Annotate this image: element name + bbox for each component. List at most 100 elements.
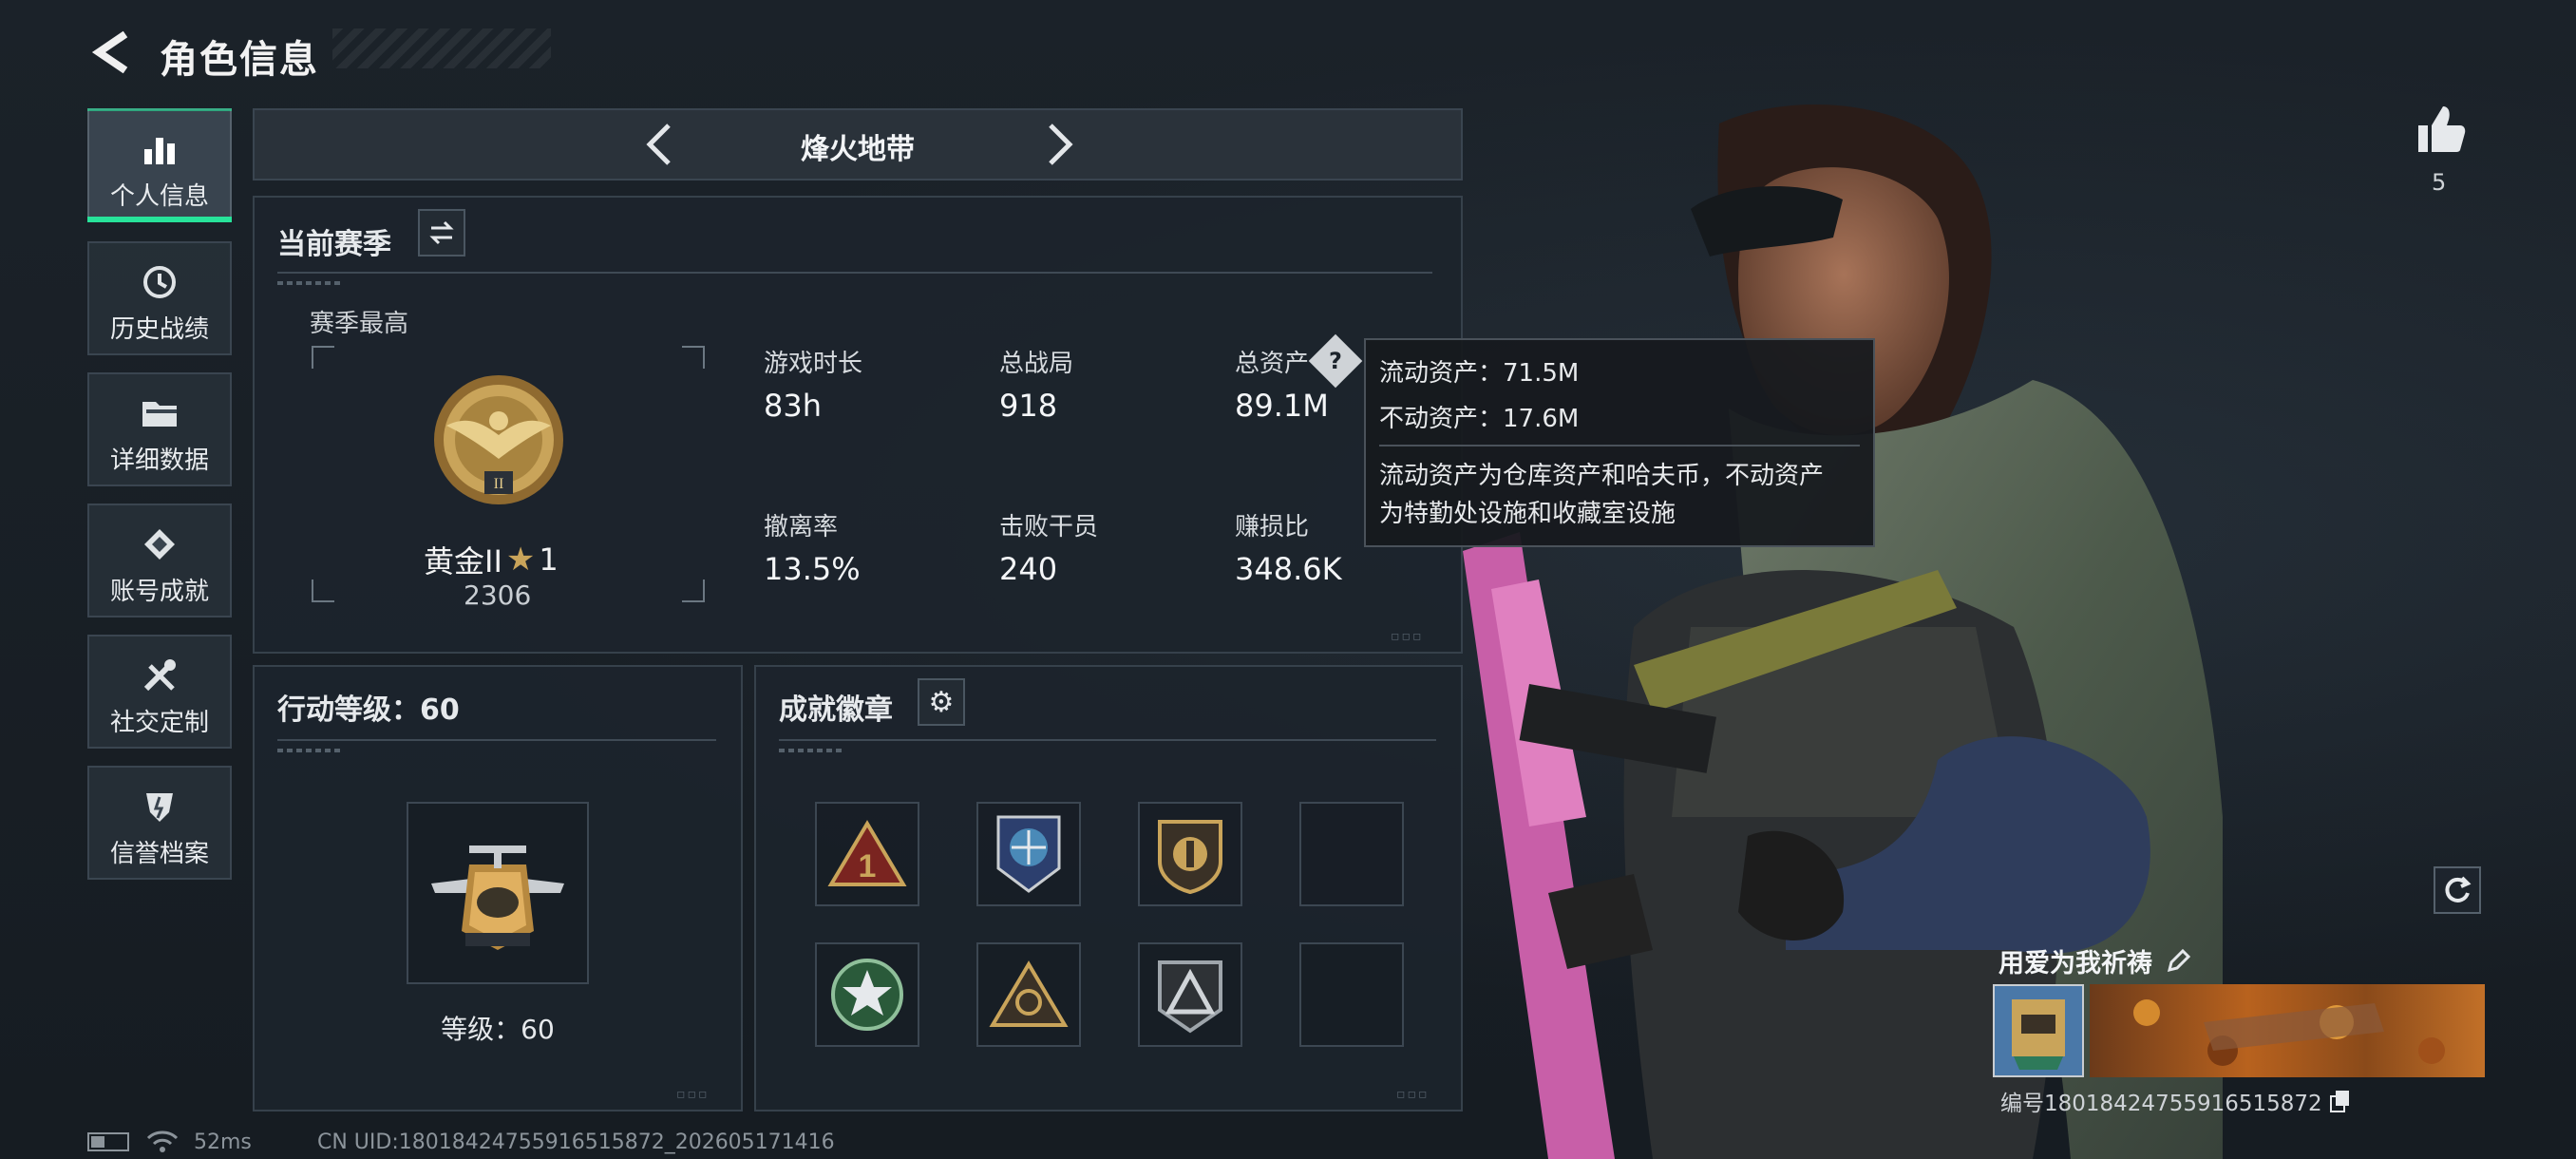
tooltip-description-line2: 为特勤处设施和收藏室设施 xyxy=(1379,500,1676,528)
sidebar-item-details[interactable]: 详细数据 xyxy=(87,372,232,486)
gold-triangle-badge-icon xyxy=(989,960,1069,1027)
rank-score: 2306 xyxy=(464,580,532,611)
achievement-icon xyxy=(89,522,230,566)
folder-icon xyxy=(89,391,230,435)
stat-kills-value: 240 xyxy=(999,551,1058,587)
star-icon: ★ xyxy=(505,541,536,579)
action-level-title: 行动等级：60 xyxy=(277,694,460,727)
triangle-one-badge-icon: 1 xyxy=(827,820,907,886)
thumbs-up-icon[interactable] xyxy=(2413,103,2466,156)
stat-extract-rate-label: 撤离率 xyxy=(764,513,839,542)
uid-text: CN UID:18018424755916515872_202605171416 xyxy=(317,1130,835,1154)
sidebar-item-credit[interactable]: 信誉档案 xyxy=(87,766,232,880)
leaf-pattern-decoration xyxy=(2133,999,2445,1066)
player-name: 用爱为我祈祷 xyxy=(1998,949,2152,978)
copy-icon[interactable] xyxy=(2328,1089,2353,1113)
badge-slot[interactable] xyxy=(815,942,919,1047)
level-text: 等级：60 xyxy=(441,1014,555,1045)
divider xyxy=(277,739,716,741)
rank-name: 黄金II xyxy=(424,543,502,580)
sidebar-item-label: 信誉档案 xyxy=(109,840,209,868)
sidebar-item-social[interactable]: 社交定制 xyxy=(87,635,232,749)
stat-playtime-value: 83h xyxy=(764,388,822,424)
player-id: 编号18018424755916515872 xyxy=(2000,1092,2322,1116)
gold-rank-emblem-icon: II xyxy=(434,375,563,504)
wifi-icon xyxy=(146,1130,179,1152)
badges-panel: 成就徽章 ⚙ 1 ▫▫▫ xyxy=(754,665,1463,1112)
battery-icon xyxy=(87,1132,129,1151)
sidebar-item-personal-info[interactable]: 个人信息 xyxy=(87,108,232,222)
edit-pencil-icon[interactable] xyxy=(2164,947,2192,976)
frame-corner xyxy=(312,580,334,602)
frame-corner xyxy=(682,346,705,369)
stat-assets-label: 总资产 xyxy=(1235,350,1310,378)
shield-icon xyxy=(89,785,230,828)
stat-profit-ratio-label: 赚损比 xyxy=(1235,513,1310,542)
refresh-button[interactable] xyxy=(2434,866,2481,914)
badge-settings-button[interactable]: ⚙ xyxy=(918,678,965,726)
corner-decoration: ▫▫▫ xyxy=(1396,1087,1430,1102)
tooltip-fixed-assets: 不动资产：17.6M xyxy=(1379,405,1580,433)
badge-slot-empty[interactable] xyxy=(1299,942,1404,1047)
helicopter-emblem-icon xyxy=(431,846,564,950)
tick-decoration xyxy=(277,281,344,285)
ping-value: 52ms xyxy=(194,1130,252,1154)
player-avatar[interactable] xyxy=(1993,984,2084,1077)
action-level-panel: 行动等级：60 等级：60 ▫▫▫ xyxy=(253,665,743,1112)
divider xyxy=(779,739,1436,741)
title-stripe-decoration xyxy=(332,28,551,68)
stat-kills-label: 击败干员 xyxy=(999,513,1099,542)
gear-icon: ⚙ xyxy=(928,685,955,719)
badges-title: 成就徽章 xyxy=(779,694,893,727)
rank-stars: 1 xyxy=(539,542,559,578)
frame-corner xyxy=(312,346,334,369)
stat-profit-ratio-value: 348.6K xyxy=(1235,551,1342,587)
chevron-right-icon[interactable] xyxy=(1041,120,1079,169)
frame-corner xyxy=(682,580,705,602)
swap-icon xyxy=(429,220,454,245)
badge-slot-empty[interactable] xyxy=(1299,802,1404,906)
avatar-emblem-icon xyxy=(2012,999,2065,1070)
wreath-star-badge-icon xyxy=(831,959,903,1031)
corner-decoration: ▫▫▫ xyxy=(676,1087,710,1102)
sidebar-item-achievements[interactable]: 账号成就 xyxy=(87,504,232,618)
back-arrow-icon[interactable] xyxy=(87,28,135,76)
badge-slot[interactable] xyxy=(1138,942,1242,1047)
badge-slot[interactable] xyxy=(976,802,1081,906)
divider xyxy=(277,272,1432,274)
player-name-row: 用爱为我祈祷 xyxy=(1998,942,2192,979)
switch-season-button[interactable] xyxy=(418,209,465,256)
stat-assets-value: 89.1M xyxy=(1235,388,1329,424)
tick-decoration xyxy=(779,749,845,752)
help-icon[interactable]: ? xyxy=(1308,333,1363,389)
sidebar-item-label: 个人信息 xyxy=(109,182,209,211)
stat-playtime-label: 游戏时长 xyxy=(764,350,863,378)
svg-text:1: 1 xyxy=(859,848,877,884)
tools-icon xyxy=(89,654,230,697)
stat-matches-value: 918 xyxy=(999,388,1058,424)
badge-slot[interactable] xyxy=(976,942,1081,1047)
silver-triangle-badge-icon xyxy=(1158,960,1222,1034)
bar-chart-icon xyxy=(89,127,230,171)
globe-badge-icon xyxy=(996,815,1061,893)
tooltip-description-line1: 流动资产为仓库资产和哈夫币，不动资产 xyxy=(1379,462,1825,490)
assets-tooltip: 流动资产：71.5M 不动资产：17.6M 流动资产为仓库资产和哈夫币，不动资产… xyxy=(1364,338,1875,547)
mode-label: 烽火地带 xyxy=(801,133,915,166)
player-nameplate-banner xyxy=(2090,984,2485,1077)
stat-extract-rate-value: 13.5% xyxy=(764,551,861,587)
divider xyxy=(1379,445,1860,446)
rank-name-row: 黄金II ★ 1 xyxy=(424,538,559,581)
mode-selector: 烽火地带 xyxy=(253,108,1463,180)
shield-badge-icon xyxy=(1158,820,1222,894)
season-best-label: 赛季最高 xyxy=(310,310,409,338)
tick-decoration xyxy=(277,749,344,752)
refresh-icon xyxy=(2445,876,2472,902)
stat-matches-label: 总战局 xyxy=(999,350,1074,378)
sidebar-item-history[interactable]: 历史战绩 xyxy=(87,241,232,355)
tooltip-liquid-assets: 流动资产：71.5M xyxy=(1379,359,1580,388)
sidebar-item-label: 社交定制 xyxy=(109,709,209,737)
badge-slot[interactable] xyxy=(1138,802,1242,906)
badge-slot[interactable]: 1 xyxy=(815,802,919,906)
season-panel: 当前赛季 赛季最高 II 黄金II ★ 1 2306 游戏时长 83h 总战局 … xyxy=(253,196,1463,654)
season-title: 当前赛季 xyxy=(277,228,391,261)
